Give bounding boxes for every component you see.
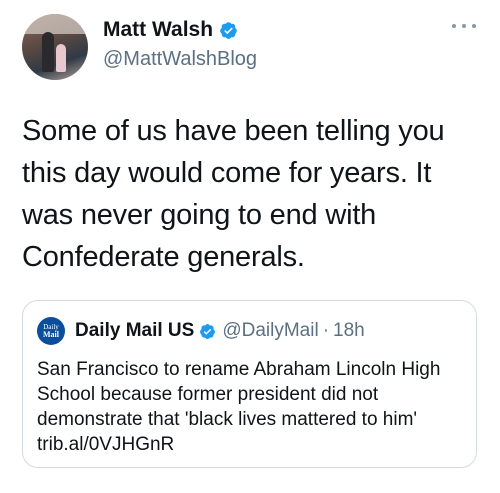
avatar-background: [22, 14, 88, 34]
author-name-row: Matt Walsh: [103, 18, 238, 42]
avatar-figure: [42, 32, 54, 72]
author-avatar[interactable]: [22, 14, 88, 80]
quoted-timestamp[interactable]: 18h: [333, 320, 365, 342]
quoted-tweet[interactable]: Daily Mail Daily Mail US @DailyMail · 18…: [22, 300, 477, 468]
quoted-author-handle[interactable]: @DailyMail: [222, 320, 318, 342]
quoted-author-avatar[interactable]: Daily Mail: [37, 317, 65, 345]
avatar-text: Mail: [43, 330, 59, 339]
avatar-figure: [56, 44, 66, 72]
quoted-tweet-text: San Francisco to rename Abraham Lincoln …: [37, 359, 441, 455]
author-name[interactable]: Matt Walsh: [103, 18, 213, 42]
verified-badge-icon: [200, 323, 216, 339]
author-handle[interactable]: @MattWalshBlog: [103, 48, 257, 71]
tweet-text: Some of us have been telling you this da…: [22, 115, 445, 273]
dot: [472, 24, 476, 28]
tweet-card: Matt Walsh @MattWalshBlog Some of us hav…: [0, 0, 500, 493]
verified-badge-icon: [220, 21, 237, 39]
dot: [462, 24, 466, 28]
more-options-icon[interactable]: [452, 24, 476, 32]
separator: ·: [322, 320, 330, 341]
dot: [452, 24, 456, 28]
quoted-author-name[interactable]: Daily Mail US: [75, 320, 194, 342]
quoted-tweet-header: Daily Mail Daily Mail US @DailyMail · 18…: [37, 317, 365, 345]
